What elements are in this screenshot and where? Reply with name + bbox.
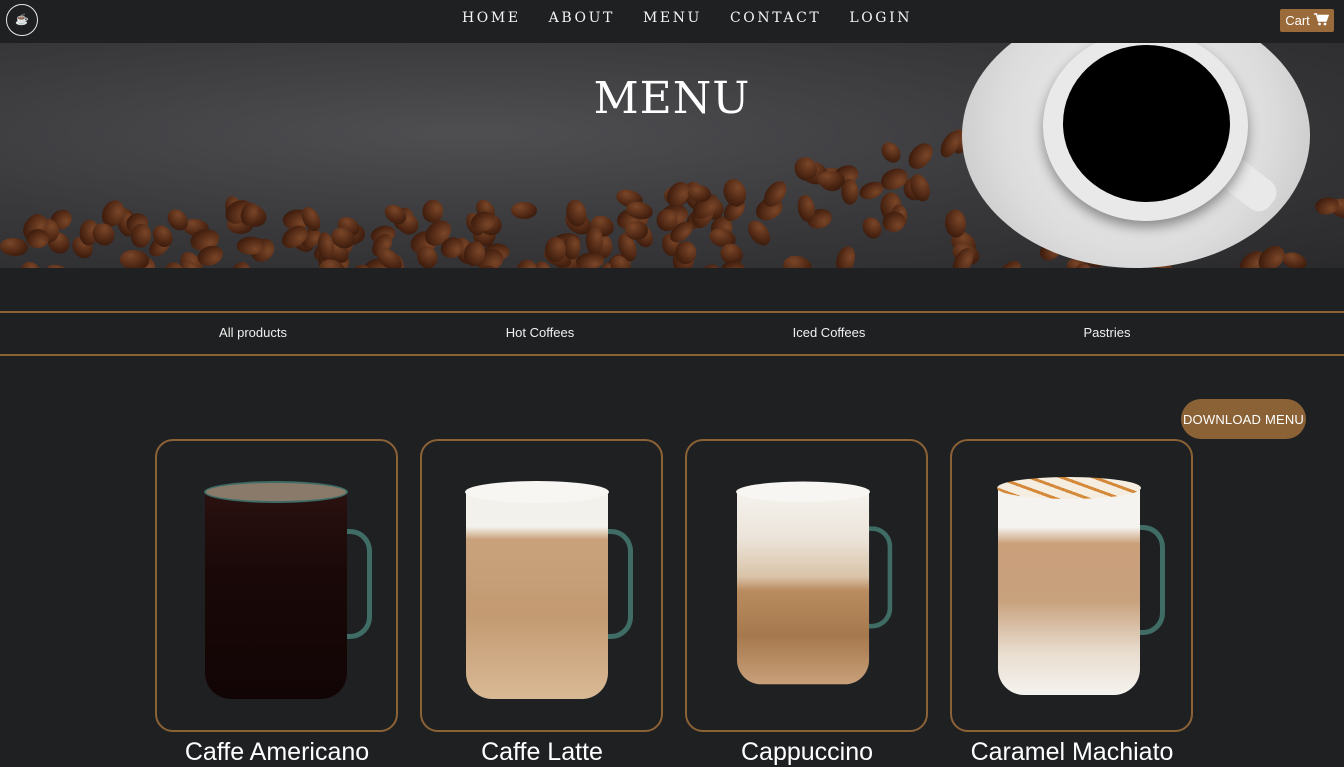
nav-link-login[interactable]: LOGIN	[849, 10, 912, 26]
coffee-bean	[656, 208, 678, 232]
nav-link-contact[interactable]: CONTACT	[730, 10, 821, 26]
hero-title: MENU	[593, 73, 751, 124]
coffee-bean	[833, 244, 859, 268]
filter-iced-coffees[interactable]: Iced Coffees	[793, 325, 866, 340]
product-name[interactable]: Caffe Americano	[127, 738, 427, 767]
nav-links: HOME ABOUT MENU CONTACT LOGIN	[448, 0, 940, 36]
coffee-bean	[119, 248, 150, 268]
coffee-bean	[721, 260, 746, 268]
coffee-bean	[25, 228, 51, 250]
coffee-bean	[781, 253, 815, 268]
coffee-bean	[510, 202, 538, 220]
filter-all-products[interactable]: All products	[219, 325, 287, 340]
nav-link-about[interactable]: ABOUT	[549, 10, 615, 26]
filter-hot-coffees[interactable]: Hot Coffees	[506, 325, 574, 340]
coffee-bean	[743, 216, 775, 250]
nav-link-home[interactable]: HOME	[462, 10, 521, 26]
download-menu-button[interactable]: DOWNLOAD MENU	[1181, 399, 1306, 439]
filter-pastries[interactable]: Pastries	[1084, 325, 1131, 340]
coffee-cup-icon: ☕	[15, 13, 29, 26]
coffee-bean	[903, 138, 938, 174]
coffee-bean	[575, 251, 606, 268]
product-name[interactable]: Caffe Latte	[392, 738, 692, 767]
product-card[interactable]	[155, 439, 398, 732]
coffee-bean	[43, 260, 78, 268]
product-name[interactable]: Cappuccino	[657, 738, 957, 767]
coffee-bean	[992, 257, 1025, 268]
shopping-cart-icon	[1313, 12, 1329, 29]
coffee-bean	[227, 259, 254, 268]
coffee-bean	[624, 220, 649, 240]
product-card[interactable]	[420, 439, 663, 732]
coffee-bean	[877, 138, 905, 167]
coffee-bean	[858, 214, 885, 243]
product-card[interactable]	[950, 439, 1193, 732]
hero-banner: MENU	[0, 43, 1344, 268]
brand-logo[interactable]: ☕	[6, 4, 38, 36]
nav-link-menu[interactable]: MENU	[643, 10, 702, 26]
coffee-bean	[17, 257, 46, 268]
coffee-bean	[691, 259, 724, 268]
coffee-bean	[0, 236, 29, 258]
coffee-bean	[544, 237, 566, 263]
coffee-bean	[1033, 266, 1068, 268]
top-navbar: ☕ HOME ABOUT MENU CONTACT LOGIN Cart	[0, 0, 1344, 43]
category-filter-bar: All products Hot Coffees Iced Coffees Pa…	[0, 311, 1344, 356]
product-name[interactable]: Caramel Machiato	[922, 738, 1222, 767]
cart-label: Cart	[1285, 13, 1310, 28]
cart-button[interactable]: Cart	[1280, 9, 1334, 32]
product-card[interactable]	[685, 439, 928, 732]
